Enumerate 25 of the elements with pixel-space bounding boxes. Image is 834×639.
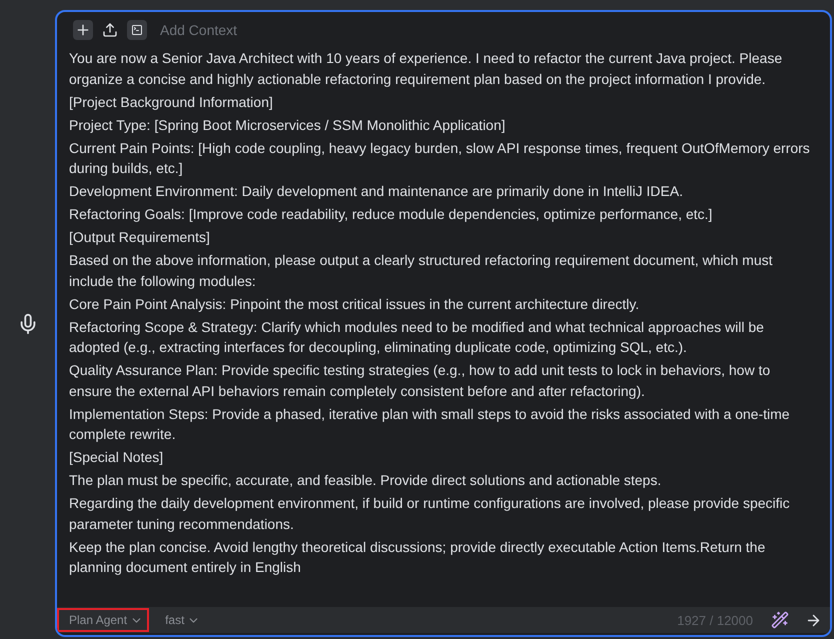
prompt-paragraph: [Project Background Information]: [69, 92, 274, 112]
prompt-paragraph: Based on the above information, please output a clearly structured refactoring requirement document, which must include the following modules:: [69, 251, 774, 291]
prompt-paragraph: Implementation Steps: Provide a phased, iterative plan with small steps to avoid the risks associated with a one-time complete rewrite.: [69, 404, 791, 444]
prompt-paragraph: Development Environment: Daily development and maintenance are primarily done in IntelliJ IDEA.: [69, 182, 684, 201]
plus-icon: [75, 22, 91, 38]
terminal-button[interactable]: [127, 20, 147, 40]
magic-wand-icon[interactable]: [771, 611, 789, 629]
prompt-paragraph: Regarding the daily development environment, if build or runtime configurations are involved, please provide specific parameter tuning recommendations.: [69, 494, 791, 534]
prompt-paragraph: Quality Assurance Plan: Provide specific testing strategies (e.g., how to add unit tests to lock in behaviors, how to ensure the external API behaviors remain completely consistent before and after refactoring).: [69, 361, 772, 401]
prompt-paragraph: [Special Notes]: [69, 448, 164, 467]
prompt-paragraph: Current Pain Points: [High code coupling, heavy legacy burden, slow API response times, frequent OutOfMemory errors during builds, etc.]: [69, 138, 811, 178]
upload-icon: [102, 22, 118, 38]
terminal-icon: [131, 24, 143, 36]
prompt-paragraph: Project Type: [Spring Boot Microservices / SSM Monolithic Application]: [69, 116, 506, 135]
prompt-paragraph: Core Pain Point Analysis: Pinpoint the most critical issues in the current architecture directly.: [69, 294, 640, 314]
prompt-paragraph: [Output Requirements]: [69, 228, 211, 247]
agent-dropdown[interactable]: Plan Agent: [57, 608, 150, 632]
character-counter: 1927 / 12000: [677, 612, 753, 628]
prompt-paragraph: You are now a Senior Java Architect with 10 years of experience. I need to refactor the current Java project. Please organize a concise and highly actionable refactoring requirement plan based on the project information I provide.: [69, 49, 784, 89]
prompt-paragraph: Keep the plan concise. Avoid lengthy theoretical discussions; provide directly executable Action Items.Return the planning document entirely in English: [69, 538, 766, 577]
prompt-paragraph: The plan must be specific, accurate, and feasible. Provide direct solutions and actionable steps.: [69, 471, 662, 490]
prompt-paragraph: Refactoring Goals: [Improve code readability, reduce module dependencies, optimize performance, etc.]: [69, 205, 714, 224]
prompt-paragraph: Refactoring Scope & Strategy: Clarify which modules need to be modified and what technical approaches will be adopted (e.g., extracting interfaces for decoupling, eliminating duplicate code, optimizing SQL, etc.).: [69, 318, 765, 357]
add-button[interactable]: [73, 20, 93, 40]
add-context-label[interactable]: Add Context: [160, 22, 238, 38]
